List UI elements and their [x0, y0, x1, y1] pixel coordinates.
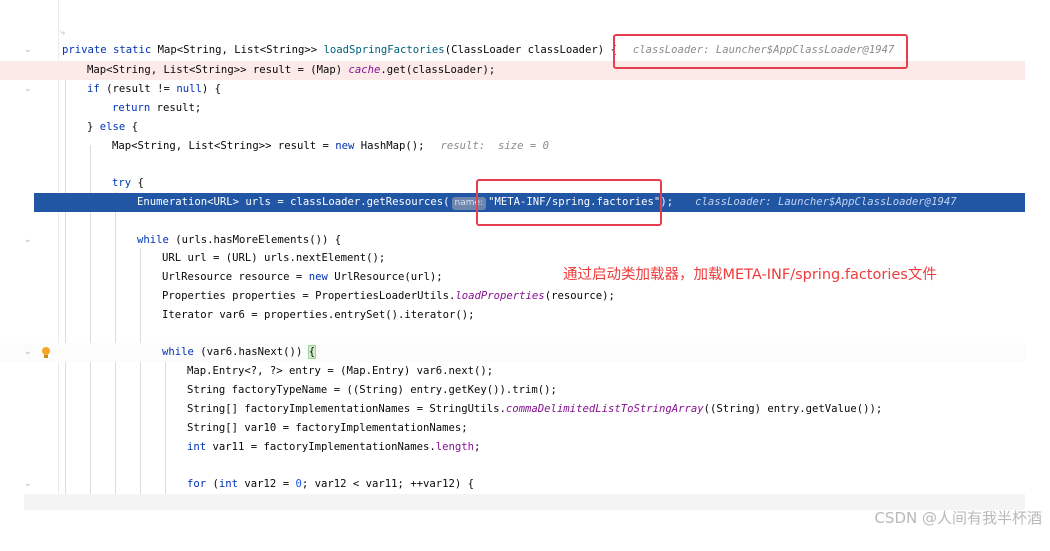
- code-line[interactable]: } else {: [0, 118, 1025, 137]
- matched-brace: {: [307, 345, 317, 359]
- code-line[interactable]: String[] factoryImplementationNames = St…: [0, 400, 1025, 419]
- code-line[interactable]: String factoryTypeName = ((String) entry…: [0, 381, 1025, 400]
- code-line[interactable]: Map.Entry<?, ?> entry = (Map.Entry) var6…: [0, 362, 1025, 381]
- lightbulb-icon[interactable]: [42, 347, 50, 358]
- inline-debug-value: classLoader: Launcher$AppClassLoader@194…: [695, 196, 957, 208]
- fold-chevron-icon[interactable]: ⌄: [24, 231, 34, 250]
- annotation-box-classloader: [613, 34, 908, 69]
- code-editor[interactable]: ⤷ ⌄ private static Map<String, List<Stri…: [0, 0, 1050, 510]
- code-line[interactable]: String[] var10 = factoryImplementationNa…: [0, 419, 1025, 438]
- inlay-hint-icon: ⤷: [60, 28, 66, 38]
- code-line[interactable]: return result;: [0, 99, 1025, 118]
- inline-debug-value: result: size = 0: [440, 140, 549, 152]
- fold-chevron-icon[interactable]: ⌄: [24, 475, 34, 494]
- annotation-text: 通过启动类加载器，加载META-INF/spring.factories文件: [563, 267, 937, 283]
- code-line[interactable]: ⌄ for (int var12 = 0; var12 < var11; ++v…: [0, 475, 1025, 494]
- code-line-caret[interactable]: ⌄ while (var6.hasNext()) {: [0, 343, 1025, 362]
- code-line[interactable]: int var11 = factoryImplementationNames.l…: [0, 438, 1025, 457]
- code-line[interactable]: ⌄ while (urls.hasMoreElements()) {: [0, 231, 1025, 250]
- code-line[interactable]: Properties properties = PropertiesLoader…: [0, 287, 1025, 306]
- code-line[interactable]: ⌄ if (result != null) {: [0, 80, 1025, 99]
- code-line[interactable]: Iterator var6 = properties.entrySet().it…: [0, 306, 1025, 325]
- fold-chevron-icon[interactable]: ⌄: [24, 343, 34, 362]
- watermark: CSDN @人间有我半杯酒: [874, 509, 1042, 527]
- code-line[interactable]: Map<String, List<String>> result = new H…: [0, 137, 1025, 156]
- fold-chevron-icon[interactable]: ⌄: [24, 41, 34, 60]
- annotation-box-resource-path: [476, 179, 662, 226]
- fold-chevron-icon[interactable]: ⌄: [24, 80, 34, 99]
